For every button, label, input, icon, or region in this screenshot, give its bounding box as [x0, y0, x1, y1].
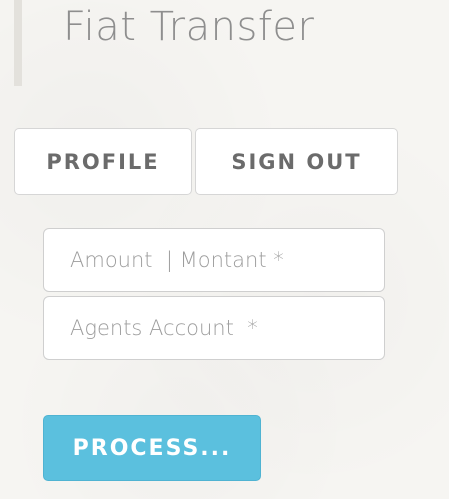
process-button[interactable]: PROCESS...	[43, 415, 261, 481]
agents-account-input[interactable]	[43, 296, 385, 360]
page-title: Fiat Transfer	[63, 4, 315, 50]
title-accent-bar	[14, 0, 22, 86]
profile-button[interactable]: PROFILE	[14, 128, 192, 195]
amount-input[interactable]	[43, 228, 385, 292]
sign-out-button[interactable]: SIGN OUT	[195, 128, 398, 195]
